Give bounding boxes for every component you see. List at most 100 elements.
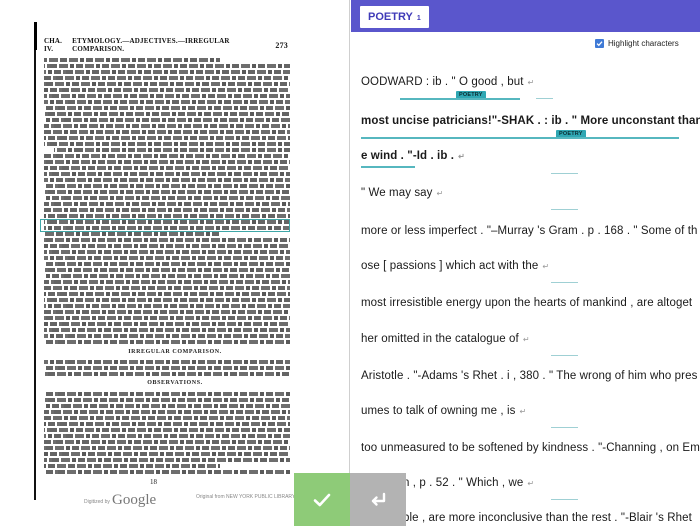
scan-text-line — [44, 124, 290, 128]
scan-text-line — [44, 404, 290, 408]
scan-text-line — [44, 328, 290, 332]
scan-text-line — [44, 334, 290, 338]
transcript-line-text: OODWARD : ib . " O good , but — [361, 76, 524, 88]
return-icon: ↵ — [458, 152, 465, 161]
scan-text-line — [44, 196, 290, 200]
scan-text-line — [44, 190, 290, 194]
scan-text-line — [44, 184, 290, 188]
poetry-underline — [361, 166, 415, 168]
scan-text-line — [44, 208, 290, 212]
confirm-button[interactable] — [294, 473, 350, 526]
line-separator — [551, 173, 578, 174]
highlight-checkbox[interactable] — [595, 39, 604, 48]
transcript-line-text: ose [ passions ] which act with the — [361, 260, 539, 272]
return-icon: ↵ — [519, 407, 527, 416]
transcript-line-text: ble , are more inconclusive than the res… — [403, 512, 692, 524]
transcript-line-12[interactable]: n , p . 52 . " Which , we ↵ — [403, 477, 534, 493]
transcript-line-5[interactable]: more or less imperfect . "–Murray 's Gra… — [361, 225, 698, 241]
scan-text-line — [44, 250, 290, 254]
scan-text-line — [44, 58, 220, 62]
top-bar: POETRY 1 — [351, 0, 700, 32]
scan-text-line — [44, 94, 290, 98]
line-separator — [551, 282, 578, 283]
transcript-line-text: most irresistible energy upon the hearts… — [361, 297, 693, 309]
tab-poetry[interactable]: POETRY 1 — [360, 6, 429, 28]
transcript-line-text: her omitted in the catalogue of — [361, 333, 519, 345]
return-button[interactable] — [350, 473, 406, 526]
transcript-line-13[interactable]: ble , are more inconclusive than the res… — [403, 512, 692, 526]
scan-text-line — [44, 112, 290, 116]
return-arrow-icon — [371, 492, 386, 506]
line-separator — [551, 209, 578, 210]
scan-text-line — [44, 154, 290, 158]
line-separator — [551, 355, 578, 356]
scan-text-line — [54, 148, 290, 152]
scan-text-line — [44, 232, 220, 236]
scan-text-line — [44, 416, 290, 420]
transcript-line-6[interactable]: ose [ passions ] which act with the ↵ — [361, 260, 549, 276]
scan-text-line — [44, 136, 290, 140]
scan-text-line — [44, 280, 290, 284]
scan-text-line — [44, 286, 290, 290]
scan-text-line — [44, 316, 290, 320]
scan-text-line — [44, 310, 290, 314]
highlight-characters-label: Highlight characters — [608, 39, 679, 48]
scan-text-line — [44, 268, 290, 272]
transcript-line-9[interactable]: Aristotle . "-Adams 's Rhet . i , 380 . … — [361, 370, 697, 386]
scan-text-line — [44, 340, 290, 344]
highlight-characters-toggle[interactable]: Highlight characters — [595, 39, 679, 48]
scan-text-line — [44, 142, 290, 146]
scan-heading-observations: OBSERVATIONS. — [147, 380, 203, 386]
scan-text-line — [44, 304, 290, 308]
transcript-line-text: more or less imperfect . "–Murray 's Gra… — [361, 225, 698, 237]
check-icon — [596, 41, 603, 47]
library-credit: Original from NEW YORK PUBLIC LIBRARY — [196, 494, 296, 500]
scan-text-line — [44, 372, 290, 376]
scan-text-line — [44, 88, 290, 92]
scan-text-line — [44, 274, 290, 278]
scan-text-line — [44, 398, 290, 402]
transcript-line-3[interactable]: e wind . "-Id . ib . ↵ — [361, 150, 465, 166]
transcript-line-4[interactable]: " We may say ↵ — [361, 187, 443, 203]
scan-text-line — [44, 322, 290, 326]
running-head: CHA. IV. ETYMOLOGY.—ADJECTIVES.—IRREGULA… — [44, 37, 288, 53]
scan-text-line — [44, 360, 290, 364]
transcript-line-8[interactable]: her omitted in the catalogue of ↵ — [361, 333, 530, 349]
scan-text-line — [44, 262, 290, 266]
transcript-line-text: most uncise patricians!"-SHAK . : ib . "… — [361, 115, 700, 127]
transcript-line-text: umes to talk of owning me , is — [361, 405, 516, 417]
transcript-line-7[interactable]: most irresistible energy upon the hearts… — [361, 297, 692, 313]
return-icon: ↵ — [522, 335, 530, 344]
scan-pane: CHA. IV. ETYMOLOGY.—ADJECTIVES.—IRREGULA… — [0, 0, 350, 526]
return-icon: ↵ — [527, 78, 535, 87]
transcript-line-text: n , p . 52 . " Which , we — [403, 477, 524, 489]
scan-text-line — [44, 298, 290, 302]
google-logo: Google — [112, 492, 157, 508]
transcript-line-10[interactable]: umes to talk of owning me , is ↵ — [361, 405, 526, 421]
scan-text-line — [44, 130, 290, 134]
scan-text-line — [44, 118, 290, 122]
transcript-line-1[interactable]: OODWARD : ib . " O good , but ↵ — [361, 76, 534, 92]
scan-text-line — [44, 428, 290, 432]
scan-text-line — [44, 244, 290, 248]
page-edge-top — [34, 22, 37, 50]
transcript-line-11[interactable]: too unmeasured to be softened by kindnes… — [361, 442, 700, 458]
scan-text-line — [44, 458, 290, 462]
digitized-by-text: Digitized by — [84, 499, 110, 505]
page-number: 273 — [275, 40, 288, 50]
page-edge — [34, 22, 36, 500]
scan-text-line — [44, 410, 290, 414]
scan-text-line — [44, 166, 290, 170]
transcript-line-2[interactable]: most uncise patricians!"-SHAK . : ib . "… — [361, 115, 700, 131]
scan-text-line — [44, 238, 290, 242]
tab-poetry-count: 1 — [416, 14, 421, 22]
poetry-underline — [361, 137, 679, 139]
scan-text-line — [44, 446, 290, 450]
line-separator — [551, 499, 578, 500]
transcript-line-text: Aristotle . "-Adams 's Rhet . i , 380 . … — [361, 370, 698, 382]
scan-text-line — [44, 82, 290, 86]
scan-text-line — [44, 64, 290, 68]
scan-text-line — [44, 106, 290, 110]
poetry-underline — [400, 98, 520, 100]
line-separator — [536, 98, 553, 99]
